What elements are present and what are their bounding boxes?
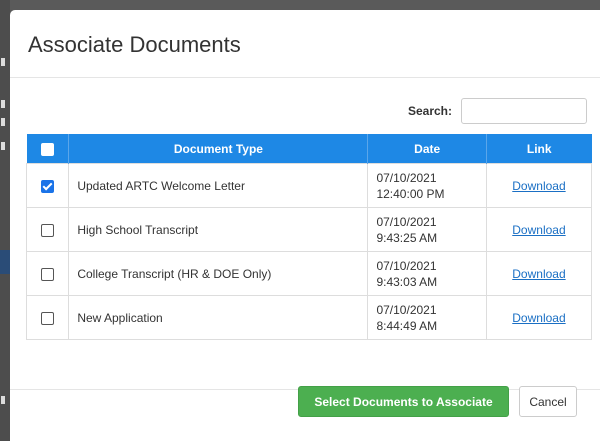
document-type-cell: Updated ARTC Welcome Letter <box>68 163 369 208</box>
header-document-type[interactable]: Document Type <box>68 134 368 164</box>
header-date[interactable]: Date <box>367 134 487 164</box>
background-bar <box>0 250 10 274</box>
background-fragment <box>1 142 5 150</box>
date-cell: 07/10/2021 9:43:25 AM <box>367 207 487 252</box>
modal-header: Associate Documents <box>10 10 600 78</box>
row-checkbox[interactable] <box>41 223 55 237</box>
background-fragment <box>1 58 5 66</box>
time-value: 9:43:25 AM <box>376 230 438 245</box>
download-link[interactable]: Download <box>512 311 565 325</box>
row-select-cell <box>25 295 70 340</box>
download-link[interactable]: Download <box>512 179 565 193</box>
link-cell: Download <box>485 207 593 252</box>
date-value: 07/10/2021 <box>376 302 437 317</box>
table-row: New Application 07/10/2021 8:44:49 AM Do… <box>25 295 593 340</box>
header-select-cell <box>26 134 69 164</box>
date-value: 07/10/2021 <box>376 258 437 273</box>
background-fragment <box>1 118 5 126</box>
background-fragment <box>1 100 5 108</box>
background-page <box>0 0 10 441</box>
link-cell: Download <box>485 163 593 208</box>
cancel-button[interactable]: Cancel <box>519 386 577 417</box>
time-value: 9:43:03 AM <box>376 274 438 289</box>
date-cell: 07/10/2021 9:43:03 AM <box>367 251 487 296</box>
documents-table: Document Type Date Link Updated ARTC Wel… <box>25 134 593 340</box>
date-cell: 07/10/2021 12:40:00 PM <box>367 163 487 208</box>
table-header-row: Document Type Date Link <box>26 134 592 164</box>
time-value: 12:40:00 PM <box>376 186 445 201</box>
table-row: High School Transcript 07/10/2021 9:43:2… <box>25 207 593 252</box>
download-link[interactable]: Download <box>512 223 565 237</box>
search-label: Search: <box>407 104 452 118</box>
select-documents-button[interactable]: Select Documents to Associate <box>298 386 509 417</box>
date-value: 07/10/2021 <box>376 170 437 185</box>
link-cell: Download <box>485 295 593 340</box>
document-type-cell: High School Transcript <box>68 207 369 252</box>
modal-body: Search: Document Type Date Link Updated … <box>10 78 600 390</box>
row-select-cell <box>25 207 70 252</box>
modal-title: Associate Documents <box>28 32 241 57</box>
table-row: Updated ARTC Welcome Letter 07/10/2021 1… <box>25 163 593 208</box>
search-input[interactable] <box>461 98 587 124</box>
header-link[interactable]: Link <box>485 134 592 164</box>
background-fragment <box>1 396 5 404</box>
date-value: 07/10/2021 <box>376 214 437 229</box>
document-type-cell: New Application <box>68 295 369 340</box>
search-row: Search: <box>408 98 587 124</box>
link-cell: Download <box>485 251 593 296</box>
row-checkbox[interactable] <box>41 267 55 281</box>
date-cell: 07/10/2021 8:44:49 AM <box>367 295 487 340</box>
row-select-cell <box>25 163 70 208</box>
row-select-cell <box>25 251 70 296</box>
select-all-checkbox[interactable] <box>40 142 54 156</box>
row-checkbox[interactable] <box>41 179 55 193</box>
associate-documents-modal: Associate Documents Search: Document Typ… <box>10 10 600 441</box>
row-checkbox[interactable] <box>41 311 55 325</box>
time-value: 8:44:49 AM <box>376 318 438 333</box>
table-row: College Transcript (HR & DOE Only) 07/10… <box>25 251 593 296</box>
document-type-cell: College Transcript (HR & DOE Only) <box>68 251 369 296</box>
download-link[interactable]: Download <box>512 267 565 281</box>
